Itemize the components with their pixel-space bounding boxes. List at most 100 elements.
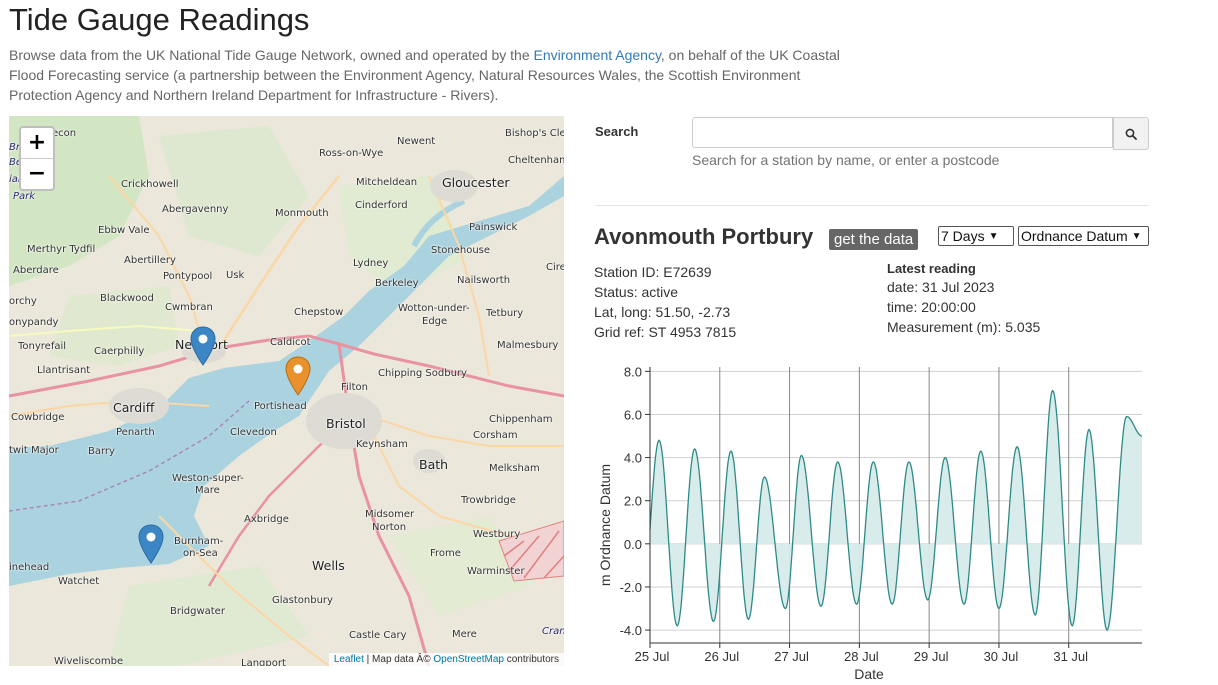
map-label-barry: Barry [88,446,115,457]
map-label-berkeley: Berkeley [375,278,419,289]
map-label-portishead: Portishead [254,401,307,412]
map-label-langport: Langport [241,658,286,666]
environment-agency-link[interactable]: Environment Agency [534,47,661,63]
intro-text: Browse data from the UK National Tide Ga… [9,45,849,105]
map-label-cheltenham: Cheltenham [508,155,564,166]
station-marker-newport[interactable] [190,326,216,366]
zoom-in-button[interactable]: + [21,128,53,159]
leaflet-link[interactable]: Leaflet [334,654,364,665]
map-label-wotton-under: Wotton-under- [398,303,470,314]
map-label-ross-on-wye: Ross-on-Wye [319,148,384,159]
map-label-tonypandy: onypandy [9,317,59,328]
attribution-suffix: contributors [503,654,559,665]
map-label-trowbridge: Trowbridge [461,495,516,506]
intro-text-before: Browse data from the UK National Tide Ga… [9,47,534,63]
map-label-castle-cary: Castle Cary [349,630,407,641]
map-label-stonehouse: Stonehouse [431,245,491,256]
x-tick-label: 28 Jul [844,649,879,664]
map-label-melksham: Melksham [489,463,540,474]
map-label-bristol: Bristol [326,416,366,431]
map-label-wiveliscombe: Wiveliscombe [54,656,124,666]
map-label-edge: Edge [422,316,448,327]
map-label-midsomer: Midsomer [365,509,415,520]
zoom-out-button[interactable]: − [21,159,53,189]
map-label-caerphilly: Caerphilly [94,346,145,357]
map-label-norton: Norton [372,522,407,533]
datum-select-value: Ordnance Datum [1021,228,1128,244]
map-attribution: Leaflet | Map data Â© OpenStreetMap cont… [328,653,564,666]
y-tick-label: 8.0 [624,364,642,379]
station-marker-avonmouth-portbury[interactable] [285,356,311,396]
x-tick-label: 27 Jul [774,649,809,664]
tide-chart: -4.0 -2.0 0.0 2.0 4.0 6.0 8.0 25 Jul 26 Jul 27 Ju… [597,364,1143,682]
map-label-cirencester: Cire [546,262,564,273]
map-label-chepstow: Chepstow [294,307,344,318]
map-label-minehead: inehead [9,562,50,573]
map-label-on-sea: on-Sea [183,548,218,559]
map-label-cinderford: Cinderford [355,200,408,211]
map-label-blackwood: Blackwood [100,293,154,304]
page-title: Tide Gauge Readings [9,2,310,37]
y-tick-label: 4.0 [624,451,642,466]
map-label-lydney: Lydney [353,258,389,269]
map-label-cowbridge: Cowbridge [11,412,65,423]
map-label-crickhowell: Crickhowell [121,179,179,190]
search-input[interactable] [692,117,1113,148]
latest-reading-date: date: 31 Jul 2023 [887,279,995,295]
map-label-mitcheldean: Mitcheldean [356,177,418,188]
map-label-bridgwater: Bridgwater [170,606,225,617]
y-tick-label: -4.0 [620,623,642,638]
station-map[interactable]: econ Brec Be ial Park Newent Bishop's Cl… [9,116,564,666]
map-label-tonyrefail: Tonyrefail [18,341,67,352]
map-label-burnham: Burnham- [174,536,224,547]
map-label-frome: Frome [430,548,461,559]
map-label-bishops-cleeve: Bishop's Clee [505,128,564,139]
attribution-separator: | Map data Â© [363,654,434,665]
map-label-cardiff: Cardiff [113,400,155,415]
map-label-cwmbran: Cwmbran [165,302,213,313]
map-label-chippenham: Chippenham [489,414,553,425]
x-tick-label: 25 Jul [635,649,670,664]
map-label-merthyr-tydfil: Merthyr Tydfil [27,244,96,255]
map-label-watchet: Watchet [58,576,100,587]
map-label-painswick: Painswick [469,222,518,233]
map-label-clevedon: Clevedon [230,427,277,438]
map-label-chipping-sodbury: Chipping Sodbury [378,368,467,379]
period-select[interactable]: 7 Days ▼ [938,226,1014,246]
openstreetmap-link[interactable]: OpenStreetMap [433,654,504,665]
x-tick-label: 29 Jul [914,649,949,664]
latest-reading: Latest reading date: 31 Jul 2023 time: 2… [887,261,1040,337]
chevron-down-icon: ▼ [988,230,999,242]
map-label-warminster: Warminster [467,566,525,577]
station-details: Station ID: E72639 Status: active Lat, l… [594,262,736,342]
map-label-brecon: econ [52,128,77,139]
chart-x-axis-label: Date [854,666,884,682]
station-status: Status: active [594,284,679,300]
map-label-usk: Usk [226,270,245,281]
map-label-aberdare: Aberdare [13,265,59,276]
x-tick-label: 30 Jul [984,649,1019,664]
y-tick-label: 6.0 [624,407,642,422]
map-label-westbury: Westbury [473,529,521,540]
chevron-down-icon: ▼ [1131,230,1142,242]
map-label-abertillery: Abertillery [124,255,176,266]
get-the-data-button[interactable]: get the data [829,229,919,250]
search-button[interactable] [1113,117,1149,150]
station-latlong: Lat, long: 51.50, -2.73 [594,304,731,320]
zoom-control: + − [19,126,55,191]
map-label-park: Park [13,191,36,202]
station-grid-ref: Grid ref: ST 4953 7815 [594,324,737,340]
divider [595,205,1149,206]
map-label-newent: Newent [397,136,436,147]
station-marker-hinkley[interactable] [138,524,164,564]
map-label-gloucester: Gloucester [442,175,510,190]
map-label-wells: Wells [312,558,345,573]
map-label-penarth: Penarth [116,427,155,438]
map-label-tetbury: Tetbury [486,308,524,319]
map-label-bath: Bath [419,457,449,472]
latest-reading-heading: Latest reading [887,261,976,276]
map-label-porchy: orchy [9,296,37,307]
y-tick-label: -2.0 [620,580,642,595]
map-label-llantrisant: Llantrisant [37,365,91,376]
datum-select[interactable]: Ordnance Datum ▼ [1018,226,1149,246]
